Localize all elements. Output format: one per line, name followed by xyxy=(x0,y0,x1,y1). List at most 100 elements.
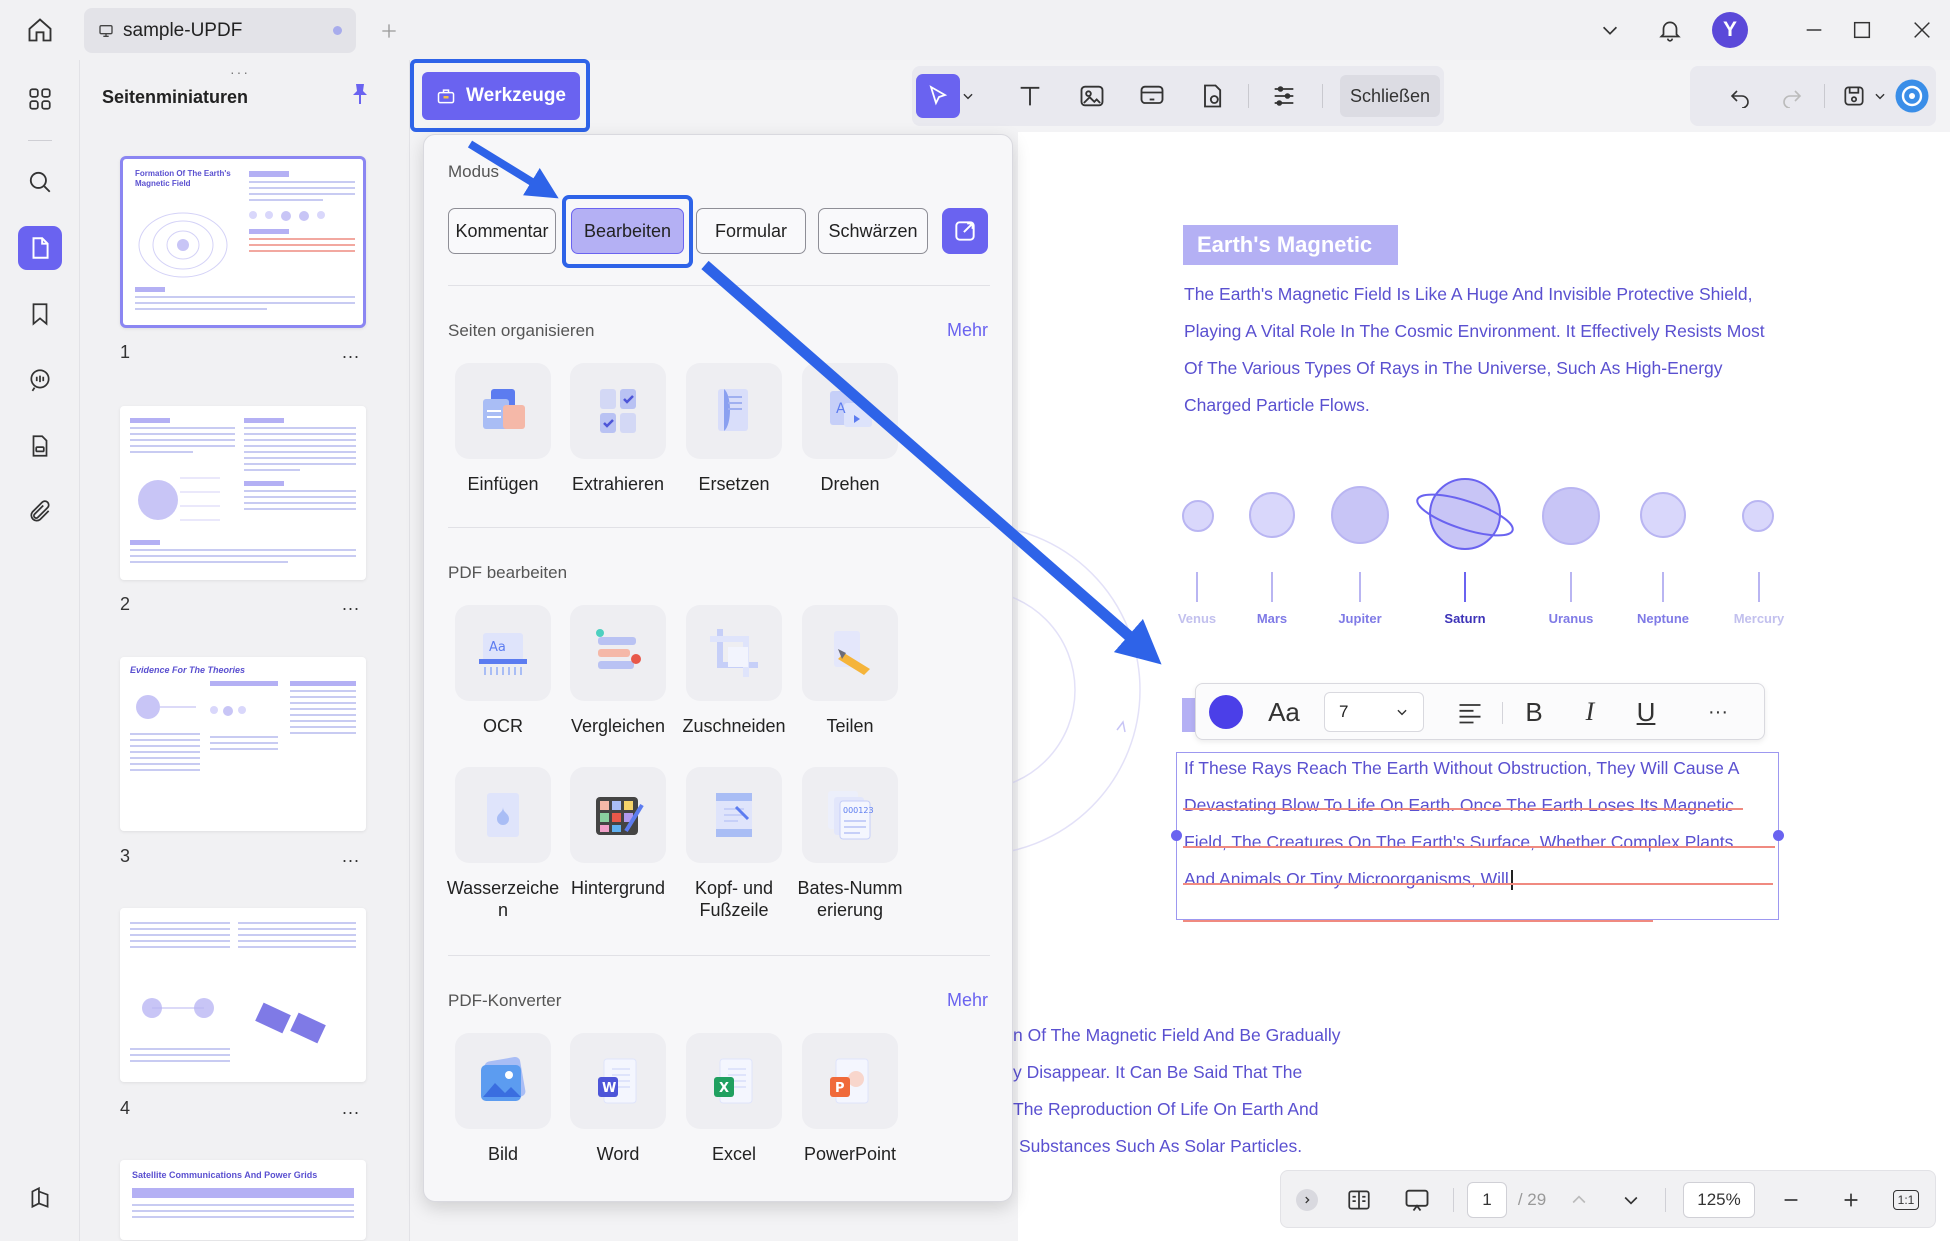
grid-apps-icon[interactable] xyxy=(18,77,62,121)
thumbnail-more-icon[interactable]: ... xyxy=(342,846,360,867)
form-document-icon[interactable] xyxy=(18,424,62,468)
ai-assistant-icon[interactable] xyxy=(1890,74,1934,118)
actual-size-button[interactable]: 1:1 xyxy=(1889,1182,1923,1218)
page-thumbnail[interactable] xyxy=(120,406,366,580)
panel-title: Seitenminiaturen xyxy=(102,87,249,107)
tool-compare[interactable]: Vergleichen xyxy=(558,605,678,737)
mode-redact-button[interactable]: Schwärzen xyxy=(818,208,928,254)
layers-icon[interactable] xyxy=(18,1176,62,1220)
tool-crop[interactable]: Zuschneiden xyxy=(674,605,794,737)
resize-handle[interactable] xyxy=(1773,830,1784,841)
edit-text-line[interactable]: And Animals Or Tiny Microorganisms, Will xyxy=(1184,869,1513,891)
compare-icon xyxy=(596,629,641,669)
redo-icon[interactable] xyxy=(1770,74,1814,118)
more-options-icon[interactable]: ··· xyxy=(1696,694,1740,730)
tool-background[interactable]: Hintergrund xyxy=(558,767,678,899)
new-tab-icon[interactable] xyxy=(374,16,404,46)
add-text-icon[interactable] xyxy=(1008,74,1052,118)
bell-icon[interactable] xyxy=(1652,12,1688,48)
thumbnail-page-number: 1 xyxy=(120,342,131,362)
minimize-icon[interactable] xyxy=(1796,12,1832,48)
bookmark-icon[interactable] xyxy=(18,292,62,336)
zoom-level-input[interactable]: 125% xyxy=(1683,1182,1755,1218)
page-thumbnail[interactable]: Satellite Communications And Power Grids xyxy=(120,1160,366,1240)
zoom-out-icon[interactable] xyxy=(1775,1182,1807,1218)
tool-convert-excel[interactable]: X Excel xyxy=(674,1033,794,1165)
tool-ocr[interactable]: Aa OCR xyxy=(443,605,563,737)
page-thumbnail[interactable]: Evidence For The Theories xyxy=(120,657,366,831)
save-chevron-icon[interactable] xyxy=(1870,74,1890,118)
page-thumbnail[interactable]: Formation Of The Earth's Magnetic Field xyxy=(120,156,366,328)
chevron-down-icon[interactable] xyxy=(1592,12,1628,48)
select-cursor-icon[interactable] xyxy=(916,74,960,118)
previous-page-icon[interactable] xyxy=(1563,1182,1595,1218)
page-thumbnails-icon[interactable] xyxy=(18,226,62,270)
more-link[interactable]: Mehr xyxy=(947,990,988,1011)
collapse-chevron-icon[interactable] xyxy=(1293,1182,1321,1218)
tool-insert[interactable]: Einfügen xyxy=(443,363,563,495)
bold-button[interactable]: B xyxy=(1516,694,1552,730)
reading-mode-icon[interactable] xyxy=(1341,1182,1377,1218)
tools-button-highlight xyxy=(410,59,590,132)
page-total: / 29 xyxy=(1517,1190,1547,1209)
excel-file-icon: X xyxy=(714,1058,753,1104)
tool-convert-image[interactable]: Bild xyxy=(443,1033,563,1165)
edit-text-line[interactable]: Field, The Creatures On The Earth's Surf… xyxy=(1184,832,1733,853)
planet-label: Neptune xyxy=(1637,611,1689,626)
underline-button[interactable]: U xyxy=(1628,694,1664,730)
open-external-icon[interactable] xyxy=(942,208,988,254)
close-window-icon[interactable] xyxy=(1904,12,1940,48)
resize-handle[interactable] xyxy=(1171,830,1182,841)
tool-extract[interactable]: Extrahieren xyxy=(558,363,678,495)
italic-button[interactable]: I xyxy=(1572,694,1608,730)
tool-header-footer[interactable]: Kopf- und Fußzeile xyxy=(674,767,794,921)
left-sidebar xyxy=(0,60,80,1241)
undo-icon[interactable] xyxy=(1718,74,1762,118)
pin-icon[interactable] xyxy=(348,82,372,106)
next-page-icon[interactable] xyxy=(1615,1182,1647,1218)
home-icon[interactable] xyxy=(22,12,58,48)
thumbnail-more-icon[interactable]: ... xyxy=(342,1098,360,1119)
document-tab[interactable]: sample-UPDF xyxy=(84,8,356,53)
tool-bates-numbering[interactable]: 000123 Bates-Numm erierung xyxy=(790,767,910,921)
thumbnail-title: Formation Of The Earth's Magnetic Field xyxy=(135,169,231,188)
page-number-input[interactable]: 1 xyxy=(1467,1182,1507,1218)
page-thumbnail[interactable] xyxy=(120,908,366,1082)
edit-text-line[interactable]: Devastating Blow To Life On Earth. Once … xyxy=(1184,795,1734,816)
powerpoint-file-icon: P xyxy=(830,1058,869,1104)
font-family-button[interactable]: Aa xyxy=(1256,694,1312,730)
tool-convert-word[interactable]: W Word xyxy=(558,1033,678,1165)
tool-convert-powerpoint[interactable]: P PowerPoint xyxy=(790,1033,910,1165)
comment-list-icon[interactable] xyxy=(18,358,62,402)
more-link[interactable]: Mehr xyxy=(947,320,988,341)
search-icon[interactable] xyxy=(18,160,62,204)
cursor-chevron-icon[interactable] xyxy=(958,74,978,118)
watermark-stamp-icon[interactable] xyxy=(1190,74,1234,118)
add-image-icon[interactable] xyxy=(1070,74,1114,118)
insert-pages-icon xyxy=(483,389,525,429)
satellite-illustration xyxy=(255,1002,326,1044)
thumbnail-more-icon[interactable]: ... xyxy=(342,342,360,363)
maximize-icon[interactable] xyxy=(1844,12,1880,48)
presentation-icon[interactable] xyxy=(1399,1182,1435,1218)
text-color-button[interactable] xyxy=(1208,694,1244,730)
panel-resize-handle[interactable]: ··· xyxy=(230,64,250,80)
edit-text-line[interactable]: If These Rays Reach The Earth Without Ob… xyxy=(1184,758,1739,779)
tool-watermark[interactable]: Wasserzeiche n xyxy=(443,767,563,921)
font-size-select[interactable]: 7 xyxy=(1324,692,1424,732)
tool-label: Ersetzen xyxy=(698,474,770,494)
close-edit-button[interactable]: Schließen xyxy=(1340,75,1440,117)
add-link-icon[interactable] xyxy=(1130,74,1174,118)
attachment-icon[interactable] xyxy=(18,490,62,534)
zoom-in-icon[interactable] xyxy=(1835,1182,1867,1218)
tool-split[interactable]: Teilen xyxy=(790,605,910,737)
mode-comment-button[interactable]: Kommentar xyxy=(448,208,556,254)
tool-rotate[interactable]: A Drehen xyxy=(790,363,910,495)
strike-line xyxy=(1183,846,1775,848)
thumbnail-more-icon[interactable]: ... xyxy=(342,594,360,615)
align-left-icon[interactable] xyxy=(1452,694,1488,730)
mode-form-button[interactable]: Formular xyxy=(696,208,806,254)
settings-sliders-icon[interactable] xyxy=(1262,74,1306,118)
tool-replace[interactable]: Ersetzen xyxy=(674,363,794,495)
avatar[interactable]: Y xyxy=(1712,12,1748,48)
